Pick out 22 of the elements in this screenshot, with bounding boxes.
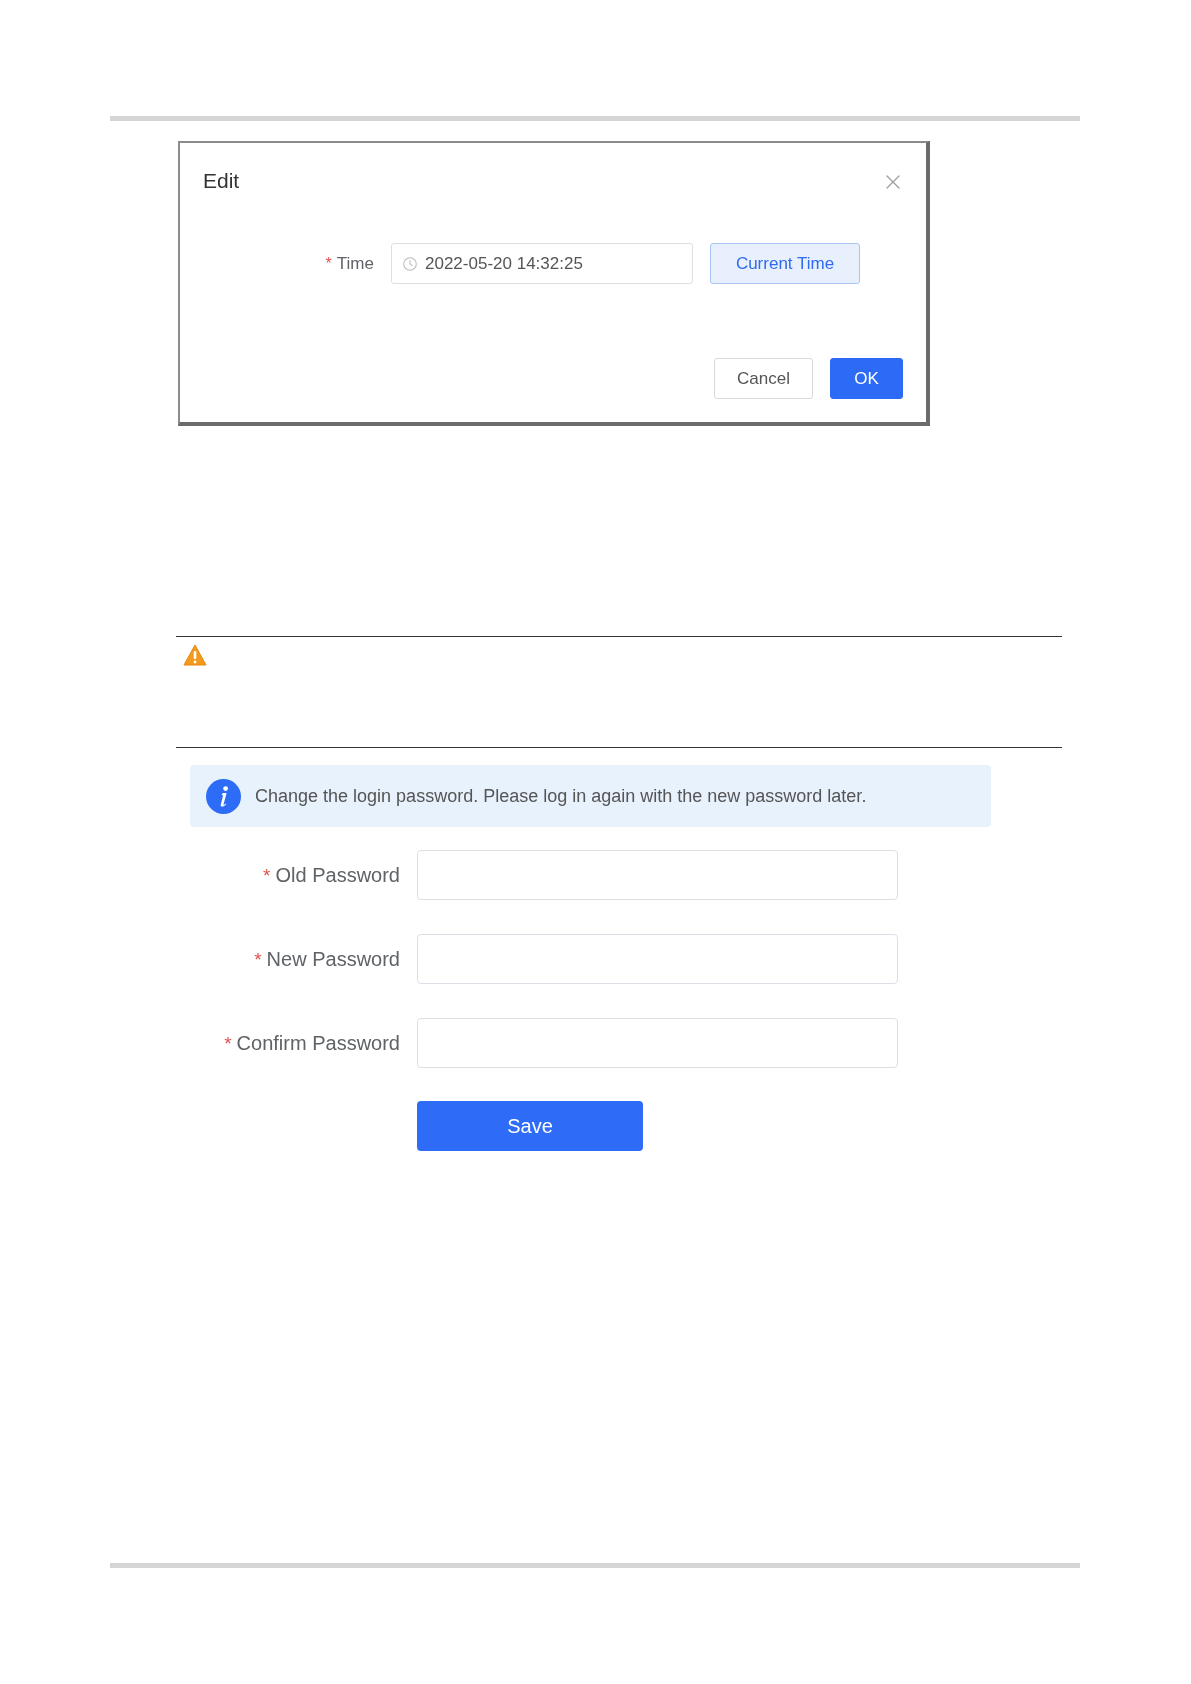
- field-label: Old Password: [275, 863, 400, 887]
- current-time-button[interactable]: Current Time: [710, 243, 860, 284]
- required-mark: *: [263, 865, 271, 885]
- clock-icon: [403, 256, 417, 271]
- time-field[interactable]: 2022-05-20 14:32:25: [391, 243, 693, 284]
- password-field[interactable]: [417, 934, 898, 984]
- password-field[interactable]: [417, 850, 898, 900]
- field-label: Time: [336, 253, 374, 274]
- required-mark: *: [224, 1033, 232, 1053]
- field-label: New Password: [266, 947, 400, 971]
- notice-text: Change the login password. Please log in again with the new password later.: [255, 785, 867, 807]
- field-label: Confirm Password: [236, 1031, 400, 1055]
- password-field[interactable]: [417, 1018, 898, 1068]
- warning-icon: [183, 644, 207, 666]
- ok-button[interactable]: OK: [830, 358, 903, 399]
- close-icon[interactable]: [886, 175, 900, 189]
- cancel-button[interactable]: Cancel: [714, 358, 813, 399]
- info-icon: [206, 778, 241, 814]
- required-mark: *: [254, 949, 262, 969]
- dialog-title: Edit: [203, 168, 240, 194]
- save-button[interactable]: Save: [417, 1101, 643, 1151]
- required-mark: *: [325, 255, 332, 272]
